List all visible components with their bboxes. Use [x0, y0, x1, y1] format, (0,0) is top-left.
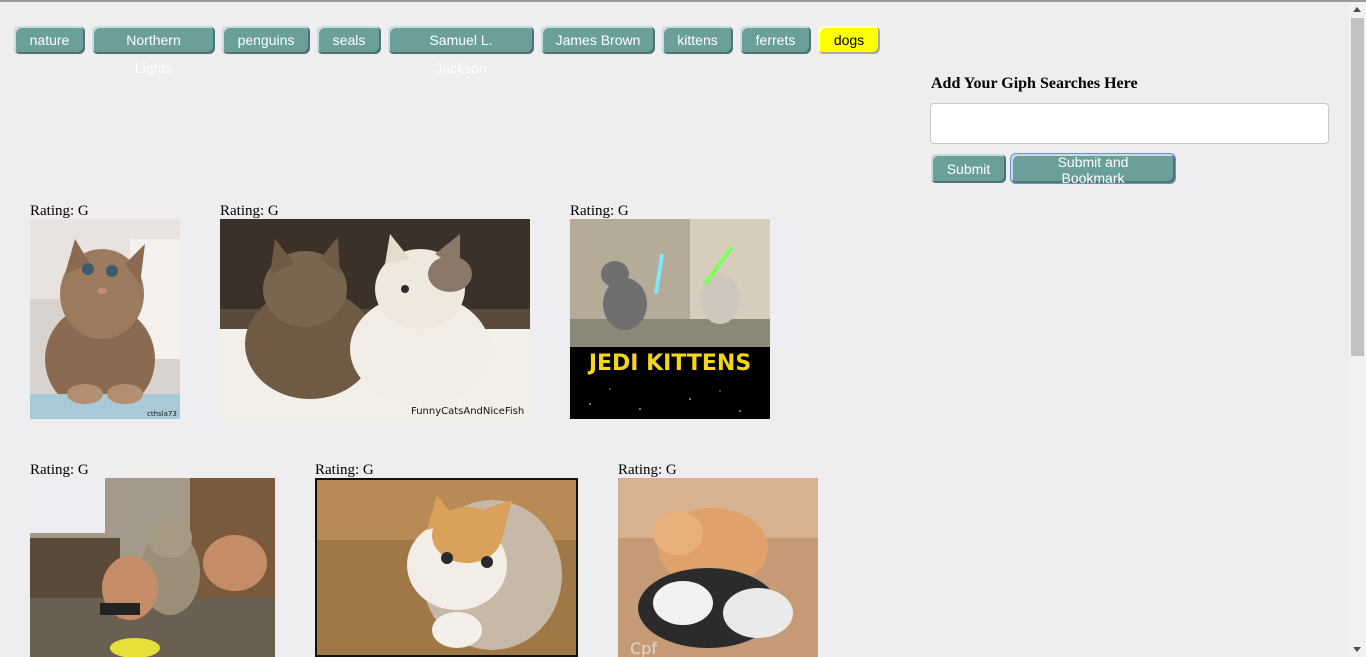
- gif-kitten-looking-up[interactable]: cthsla73: [30, 219, 180, 419]
- gif-jedi-kittens[interactable]: JEDI KITTENS: [570, 219, 770, 419]
- submit-button[interactable]: Submit: [931, 154, 1006, 183]
- search-input[interactable]: [930, 103, 1329, 144]
- scroll-down-arrow-icon[interactable]: [1353, 647, 1361, 652]
- gif-rating: Rating: G: [315, 462, 374, 478]
- gif-sleeping-kittens[interactable]: Cpf: [618, 478, 818, 657]
- topic-button-kittens[interactable]: kittens: [662, 26, 733, 54]
- gif-caption: JEDI KITTENS: [587, 351, 751, 376]
- gif-kitten-held-in-hands[interactable]: [30, 478, 275, 657]
- window-top-border: [0, 0, 1366, 2]
- gif-rating: Rating: G: [618, 462, 677, 478]
- submit-and-bookmark-button[interactable]: Submit and Bookmark: [1010, 153, 1176, 186]
- topic-button-samuel-l-jackson[interactable]: Samuel L. Jackson: [388, 26, 534, 76]
- scroll-up-arrow-icon[interactable]: [1353, 7, 1361, 12]
- topic-button-dogs[interactable]: dogs: [818, 26, 880, 54]
- gif-kitten-closeup[interactable]: [315, 478, 578, 657]
- search-form-label: Add Your Giph Searches Here: [931, 75, 1138, 92]
- topic-button-james-brown[interactable]: James Brown: [541, 26, 655, 54]
- scrollbar-thumb[interactable]: [1351, 18, 1364, 356]
- gif-rating: Rating: G: [30, 462, 89, 478]
- topic-button-seals[interactable]: seals: [317, 26, 381, 54]
- topic-button-penguins[interactable]: penguins: [222, 26, 310, 54]
- gif-caption: FunnyCatsAndNiceFish: [411, 406, 524, 417]
- topic-button-ferrets[interactable]: ferrets: [740, 26, 811, 54]
- gif-watermark: cthsla73: [147, 410, 177, 418]
- gif-watermark: Cpf: [630, 639, 657, 657]
- topic-button-northern-lights[interactable]: Northern Lights: [92, 26, 215, 76]
- gif-two-kittens[interactable]: FunnyCatsAndNiceFish: [220, 219, 530, 419]
- gif-rating: Rating: G: [220, 203, 279, 219]
- topic-button-nature[interactable]: nature: [14, 26, 85, 54]
- gif-rating: Rating: G: [30, 203, 89, 219]
- gif-rating: Rating: G: [570, 203, 629, 219]
- page-scrollbar[interactable]: [1349, 2, 1366, 657]
